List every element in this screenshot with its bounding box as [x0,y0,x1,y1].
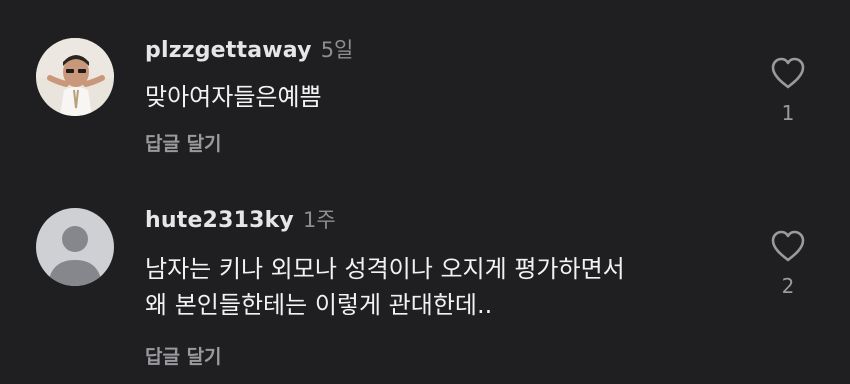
timestamp: 5일 [320,38,354,62]
heart-outline-icon [771,230,805,262]
photo-avatar-icon [36,38,114,116]
username[interactable]: plzzgettaway [145,38,312,63]
comment-text: 남자는 키나 외모나 성격이나 오지게 평가하면서 왜 본인들한테는 이렇게 관… [145,251,625,323]
reply-button[interactable]: 답글 달기 [145,342,222,369]
heart-outline-icon [771,57,805,89]
default-user-avatar-icon [36,208,114,286]
username[interactable]: hute2313ky [145,208,294,233]
comment-text-line: 맞아여자들은예쁨 [145,83,322,111]
comments-list: plzzgettaway 5일 맞아여자들은예쁨 답글 달기 1 hute231… [0,0,850,384]
like-count: 1 [781,101,795,125]
like-button[interactable]: 2 [766,230,810,298]
like-button[interactable]: 1 [766,57,810,125]
avatar[interactable] [36,208,114,286]
like-count: 2 [781,274,795,298]
comment-header: hute2313ky 1주 [145,204,336,234]
comment-text-line: 남자는 키나 외모나 성격이나 오지게 평가하면서 [145,255,625,283]
comment-header: plzzgettaway 5일 [145,34,353,64]
timestamp: 1주 [302,208,336,232]
comment-text-line: 왜 본인들한테는 이렇게 관대한데.. [145,291,493,319]
comment-text: 맞아여자들은예쁨 [145,79,322,115]
avatar[interactable] [36,38,114,116]
reply-button[interactable]: 답글 달기 [145,129,222,156]
